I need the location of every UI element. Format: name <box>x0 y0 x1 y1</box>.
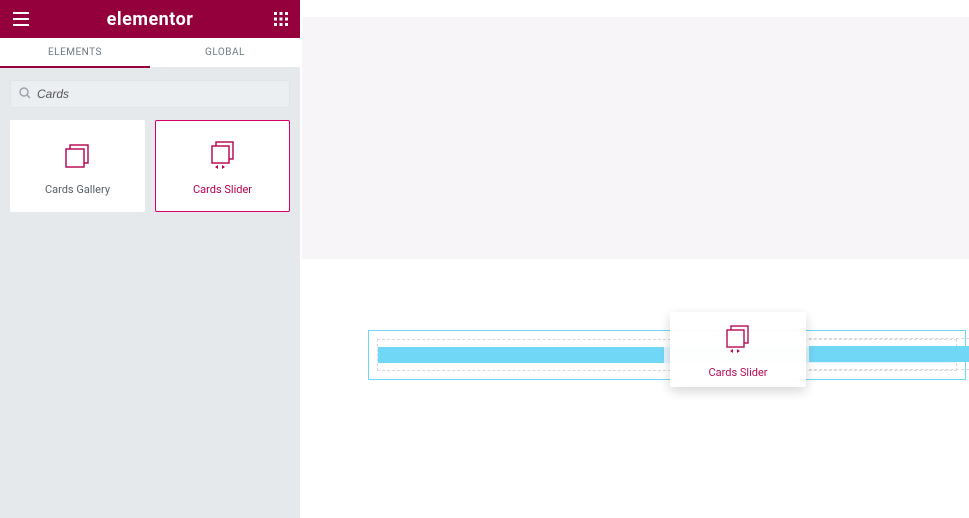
cards-slider-icon <box>209 137 237 175</box>
cards-slider-icon <box>724 324 752 356</box>
drop-highlight <box>809 346 969 362</box>
panel-header: elementor <box>0 0 300 38</box>
widget-grid: Cards Gallery Cards Slider <box>0 120 300 212</box>
widget-cards-slider[interactable]: Cards Slider <box>155 120 290 212</box>
canvas-placeholder-band <box>302 17 969 259</box>
column-drop-target-right[interactable] <box>809 338 969 370</box>
panel-tabs: ELEMENTS GLOBAL <box>0 38 300 68</box>
apps-icon[interactable] <box>270 8 292 30</box>
editor-canvas[interactable]: Cards Slider <box>300 0 969 518</box>
tab-elements[interactable]: ELEMENTS <box>0 38 150 68</box>
widget-label: Cards Gallery <box>45 183 110 196</box>
widget-label: Cards Slider <box>193 183 252 196</box>
search-icon <box>19 87 31 102</box>
search-wrap <box>0 68 300 120</box>
brand: elementor <box>0 9 300 30</box>
search-input[interactable] <box>31 86 281 102</box>
cards-gallery-icon <box>64 137 92 175</box>
search-box[interactable] <box>10 80 290 108</box>
drag-ghost-cards-slider: Cards Slider <box>670 312 806 387</box>
drop-highlight <box>378 347 664 363</box>
menu-icon[interactable] <box>10 8 32 30</box>
tab-global[interactable]: GLOBAL <box>150 38 300 68</box>
elementor-panel: elementor ELEMENTS GLOBAL <box>0 0 300 518</box>
drag-ghost-label: Cards Slider <box>708 366 767 379</box>
widget-cards-gallery[interactable]: Cards Gallery <box>10 120 145 212</box>
